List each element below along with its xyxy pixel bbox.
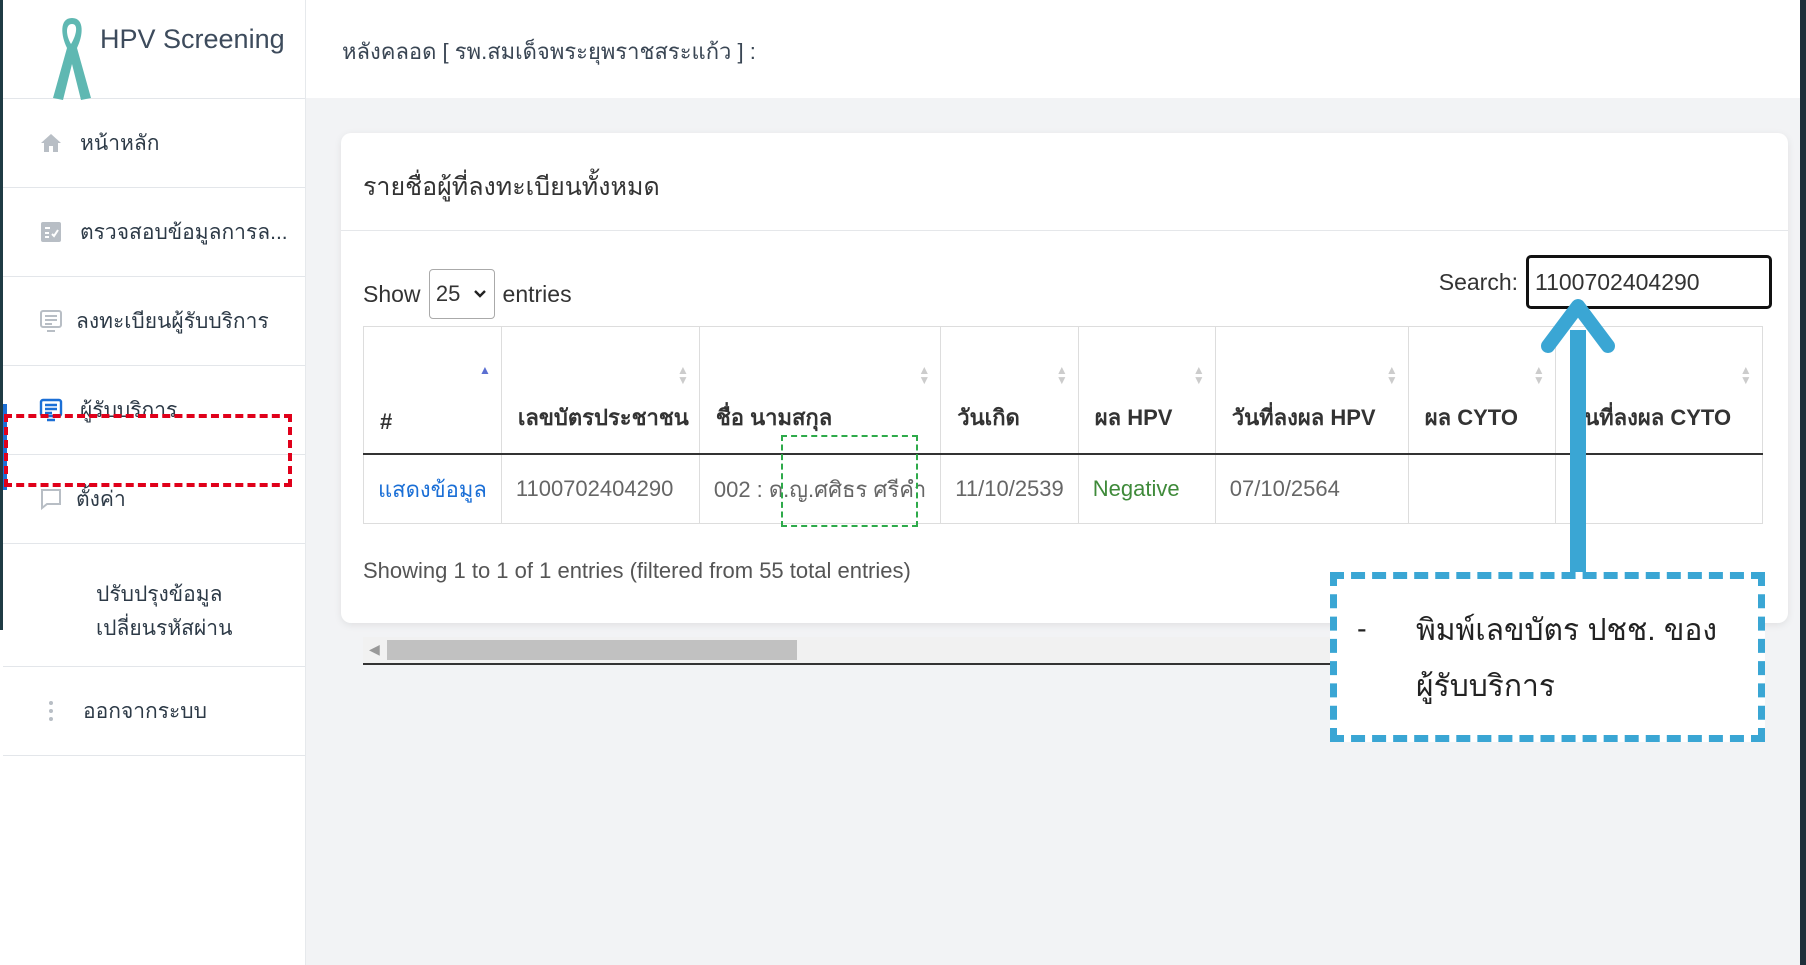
top-bar: หลังคลอด [ รพ.สมเด็จพระยุพราชสระแก้ว ] : [306,0,1806,98]
column-header-hpv[interactable]: ผล HPV ▲ ▼ [1077,326,1216,455]
sort-icon: ▲ ▼ [1739,363,1752,387]
column-header-name[interactable]: ชื่อ นามสกุล ▲ ▼ [698,326,942,455]
column-header-index[interactable]: # ▲ [363,326,502,455]
sort-icon: ▲ ▼ [1192,363,1205,387]
window-edge-right [1800,0,1806,965]
checklist-icon [39,220,63,244]
breadcrumb: หลังคลอด [ รพ.สมเด็จพระยุพราชสระแก้ว ] : [342,39,756,64]
sort-asc-icon: ▲ [478,363,491,377]
column-header-cyto[interactable]: ผล CYTO ▲ ▼ [1407,326,1556,455]
cell-hpv-date: 07/10/2564 [1214,454,1409,524]
sidebar-item-logout[interactable]: ออกจากระบบ [3,667,305,756]
sort-icon: ▲ ▼ [676,363,689,387]
sidebar-item-clients[interactable]: ผู้รับบริการ [3,366,305,455]
active-indicator [3,404,7,490]
sidebar-item-settings[interactable]: ตั้งค่า [3,455,305,544]
chat-icon [39,487,63,511]
ribbon-logo-icon [53,18,91,100]
sort-icon: ▲ ▼ [1385,363,1398,387]
chevron-down-icon [474,290,487,298]
sidebar-item-label: หน้าหลัก [80,131,160,155]
sidebar-item-label: ผู้รับบริการ [80,398,178,422]
sidebar-item-register[interactable]: ลงทะเบียนผู้รับบริการ [3,277,305,366]
brand[interactable]: HPV Screening [3,0,305,100]
scroll-left-icon[interactable]: ◀ [369,641,380,658]
callout-bullet: - [1357,613,1367,645]
cell-cyto [1407,454,1556,524]
entries-label: entries [502,280,572,307]
sidebar: HPV Screening หน้าหลัก ตรวจสอบข้อมูลการล… [3,0,306,965]
divider [341,230,1788,231]
settings-submenu: ปรับปรุงข้อมูล เปลี่ยนรหัสผ่าน [3,544,305,667]
cell-dob: 11/10/2539 [940,454,1079,524]
sidebar-item-check-data[interactable]: ตรวจสอบข้อมูลการล... [3,188,305,277]
scrollbar-thumb[interactable] [387,640,797,660]
arrow-up-icon [1541,299,1615,586]
sort-icon: ▲ ▼ [1055,363,1068,387]
app-title: HPV Screening [100,24,285,54]
card-title: รายชื่อผู้ที่ลงทะเบียนทั้งหมด [363,173,660,201]
cell-name: 002 : ด.ญ.ศศิธร ศรีคำ [698,454,942,524]
sidebar-item-label: ลงทะเบียนผู้รับบริการ [76,309,269,333]
callout-line-1: พิมพ์เลขบัตร ปชช. ของ [1416,614,1718,647]
page-size-control: Show 25 entries [363,269,572,319]
column-header-dob[interactable]: วันเกิด ▲ ▼ [940,326,1079,455]
column-header-hpv-date[interactable]: วันที่ลงผล HPV ▲ ▼ [1214,326,1409,455]
column-header-id[interactable]: เลขบัตรประชาชน ▲ ▼ [500,326,700,455]
sidebar-item-label: ตั้งค่า [76,487,126,511]
sidebar-item-label: ออกจากระบบ [83,699,207,723]
sidebar-item-home[interactable]: หน้าหลัก [3,99,305,188]
register-icon [39,309,63,333]
submenu-change-password[interactable]: เปลี่ยนรหัสผ่าน [96,612,232,645]
search-label: Search: [1438,268,1518,295]
sort-icon: ▲ ▼ [918,363,931,387]
table-info: Showing 1 to 1 of 1 entries (filtered fr… [363,558,911,583]
cell-id: 1100702404290 [500,454,700,524]
page-size-select[interactable]: 25 [428,269,495,319]
show-details-link[interactable]: แสดงข้อมูล [363,454,502,524]
show-label: Show [363,280,421,307]
submenu-update-profile[interactable]: ปรับปรุงข้อมูล [96,578,222,611]
list-icon [39,398,63,422]
sidebar-item-label: ตรวจสอบข้อมูลการล... [80,220,288,244]
instruction-callout: - พิมพ์เลขบัตร ปชช. ของ ผู้รับบริการ [1330,572,1765,742]
callout-line-2: ผู้รับบริการ [1416,670,1556,703]
page-size-value: 25 [435,281,461,306]
cell-hpv-result: Negative [1077,454,1216,524]
more-vertical-icon [39,699,63,723]
home-icon [39,131,63,155]
